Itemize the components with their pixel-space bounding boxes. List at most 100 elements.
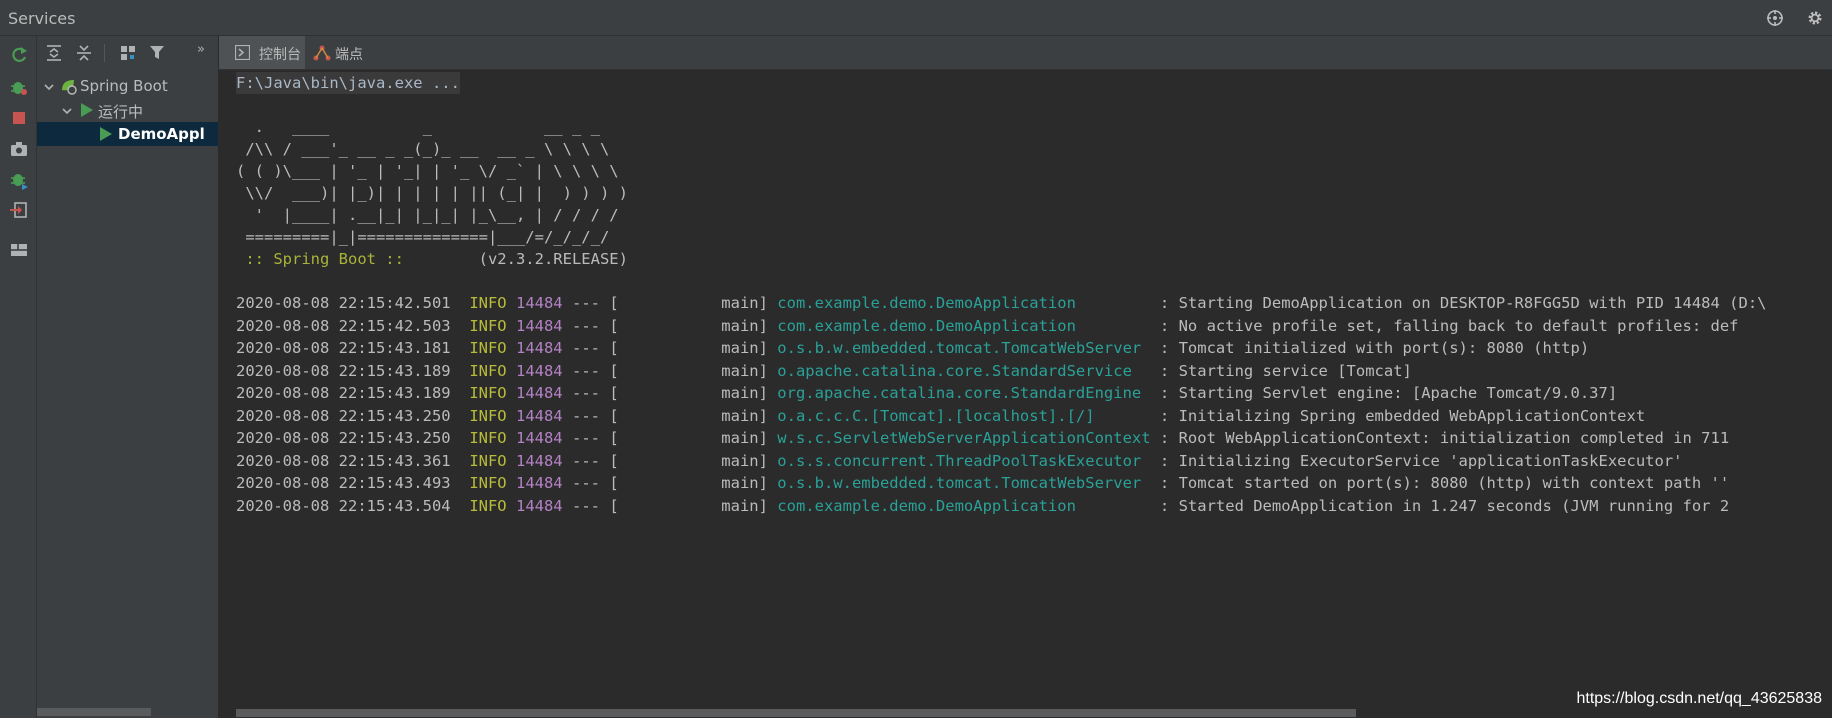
rerun-icon[interactable] (9, 45, 29, 65)
attach-debugger-icon[interactable] (9, 170, 29, 190)
tab-console[interactable]: 控制台 (219, 36, 305, 69)
log-timestamp: 2020-08-08 22:15:43.189 (236, 384, 451, 402)
banner-line: =========|_|==============|___/=/_/_/_/ (236, 228, 610, 246)
stop-icon[interactable] (9, 108, 29, 128)
log-line: 2020-08-08 22:15:43.250 INFO 14484 --- [… (236, 405, 1645, 427)
debug-icon[interactable] (9, 77, 29, 97)
log-logger: o.apache.catalina.core.StandardService (777, 361, 1151, 380)
log-pid: 14484 (515, 339, 563, 357)
log-separator: --- [ (562, 339, 619, 357)
tree-horizontal-scrollbar[interactable] (37, 708, 151, 716)
log-level: INFO (469, 496, 507, 515)
tab-label: 端点 (335, 47, 363, 63)
log-pid: 14484 (515, 429, 563, 447)
console-tabs: 控制台 端点 (219, 36, 1832, 70)
console-horizontal-scrollbar[interactable] (236, 709, 1356, 717)
log-thread: main] (618, 384, 778, 402)
title-bar: Services (0, 0, 1832, 36)
log-logger: o.s.s.concurrent.ThreadPoolTaskExecutor (777, 451, 1151, 470)
tree-node-running[interactable]: 运行中 (37, 98, 218, 122)
console-icon (234, 44, 251, 64)
more-icon[interactable]: » (197, 42, 215, 60)
chevron-down-icon[interactable] (61, 103, 73, 121)
tree-node-demo-application[interactable]: DemoAppl (37, 122, 218, 146)
log-pid: 14484 (515, 406, 563, 425)
banner-line: ' |____| .__|_| |_|_| |_\__, | / / / / (236, 206, 619, 224)
log-level: INFO (469, 294, 507, 312)
expand-all-icon[interactable] (45, 44, 63, 62)
watermark: https://blog.csdn.net/qq_43625838 (1576, 690, 1822, 707)
log-logger: com.example.demo.DemoApplication (777, 496, 1151, 515)
log-pid: 14484 (515, 294, 563, 312)
command-line: F:\Java\bin\java.exe ... (236, 72, 460, 94)
log-separator: --- [ (562, 429, 619, 447)
log-pid: 14484 (515, 474, 563, 492)
log-level: INFO (469, 429, 507, 447)
log-timestamp: 2020-08-08 22:15:43.493 (236, 474, 451, 492)
log-timestamp: 2020-08-08 22:15:43.189 (236, 361, 451, 380)
log-thread: main] (618, 474, 778, 492)
log-logger: com.example.demo.DemoApplication (777, 294, 1151, 312)
log-line: 2020-08-08 22:15:43.361 INFO 14484 --- [… (236, 450, 1683, 472)
tab-label: 控制台 (259, 47, 301, 63)
login-icon[interactable] (9, 200, 29, 220)
filter-icon[interactable] (149, 44, 167, 62)
services-window: Services » Spring Boot 运行中 DemoAppl 控制台 … (0, 0, 1832, 718)
log-pid: 14484 (515, 496, 563, 515)
log-separator: --- [ (562, 316, 619, 335)
camera-icon[interactable] (9, 139, 29, 159)
log-separator: --- [ (562, 496, 619, 515)
log-logger: org.apache.catalina.core.StandardEngine (777, 384, 1151, 402)
run-icon (80, 102, 94, 122)
console-panel: 控制台 端点 F:\Java\bin\java.exe ... . ____ _… (219, 36, 1832, 718)
group-by-icon[interactable] (119, 44, 137, 62)
log-message: : Tomcat initialized with port(s): 8080 … (1150, 339, 1590, 357)
log-pid: 14484 (515, 361, 563, 380)
banner-line: . ____ _ __ _ _ (236, 118, 600, 136)
services-tree-panel: » Spring Boot 运行中 DemoAppl (37, 36, 219, 718)
crosshair-icon[interactable] (1766, 9, 1784, 27)
spring-boot-icon (59, 77, 77, 99)
log-timestamp: 2020-08-08 22:15:42.501 (236, 294, 451, 312)
log-logger: o.s.b.w.embedded.tomcat.TomcatWebServer (777, 474, 1151, 492)
toolbar-divider (104, 44, 105, 62)
log-line: 2020-08-08 22:15:43.189 INFO 14484 --- [… (236, 360, 1412, 382)
log-line: 2020-08-08 22:15:43.493 INFO 14484 --- [… (236, 472, 1729, 494)
log-logger: w.s.c.ServletWebServerApplicationContext (777, 429, 1151, 447)
log-level: INFO (469, 339, 507, 357)
log-timestamp: 2020-08-08 22:15:43.361 (236, 451, 451, 470)
log-line: 2020-08-08 22:15:43.504 INFO 14484 --- [… (236, 495, 1729, 517)
log-timestamp: 2020-08-08 22:15:43.504 (236, 496, 451, 515)
gear-icon[interactable] (1806, 9, 1824, 27)
log-separator: --- [ (562, 294, 619, 312)
log-line: 2020-08-08 22:15:42.501 INFO 14484 --- [… (236, 292, 1766, 314)
collapse-all-icon[interactable] (75, 44, 93, 62)
log-logger: com.example.demo.DemoApplication (777, 316, 1151, 335)
tree-node-label: DemoAppl (118, 125, 205, 143)
chevron-down-icon[interactable] (43, 79, 55, 97)
log-separator: --- [ (562, 474, 619, 492)
log-level: INFO (469, 384, 507, 402)
log-thread: main] (618, 406, 778, 425)
log-thread: main] (618, 339, 778, 357)
spring-boot-label: :: Spring Boot :: (236, 250, 414, 268)
log-message: : Tomcat started on port(s): 8080 (http)… (1150, 474, 1730, 492)
log-message: : Starting service [Tomcat] (1150, 361, 1412, 380)
log-message: : Started DemoApplication in 1.247 secon… (1150, 496, 1730, 515)
log-timestamp: 2020-08-08 22:15:43.250 (236, 429, 451, 447)
log-message: : Starting Servlet engine: [Apache Tomca… (1150, 384, 1618, 402)
log-thread: main] (618, 429, 778, 447)
log-level: INFO (469, 361, 507, 380)
log-thread: main] (618, 496, 778, 515)
log-timestamp: 2020-08-08 22:15:42.503 (236, 316, 451, 335)
tree-node-spring-boot[interactable]: Spring Boot (37, 74, 218, 99)
tab-endpoints[interactable]: 端点 (305, 36, 385, 69)
log-thread: main] (618, 361, 778, 380)
log-timestamp: 2020-08-08 22:15:43.181 (236, 339, 451, 357)
left-toolbar (0, 36, 37, 718)
log-pid: 14484 (515, 384, 563, 402)
layout-icon[interactable] (9, 240, 29, 260)
log-pid: 14484 (515, 316, 563, 335)
log-message: : No active profile set, falling back to… (1150, 316, 1739, 335)
console-output[interactable]: F:\Java\bin\java.exe ... . ____ _ __ _ _… (236, 72, 1826, 702)
